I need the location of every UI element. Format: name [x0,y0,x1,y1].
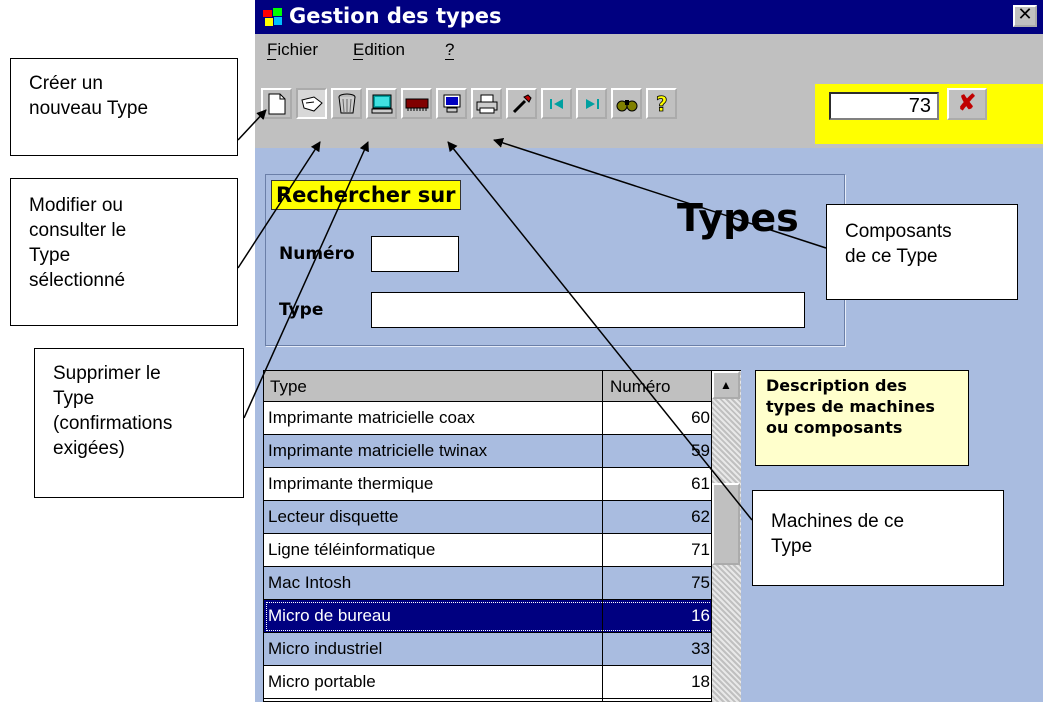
type-input[interactable] [371,292,805,328]
record-navigator: 73 ✘ [815,84,1043,144]
search-heading: Rechercher sur [271,180,461,210]
column-header-numero[interactable]: Numéro [610,377,670,397]
column-header-type[interactable]: Type [270,377,307,397]
record-number-field[interactable]: 73 [829,92,939,120]
application-window: Gestion des types ✕ Fichier Edition ? ? … [255,0,1043,702]
vertical-scrollbar[interactable]: ▲ [711,371,741,702]
new-document-icon [268,93,285,114]
callout-supprimer: Supprimer le Type (confirmations exigées… [34,348,244,498]
table-row[interactable]: Lecteur disquette 62 [264,501,740,534]
delete-type-button[interactable] [331,88,362,119]
menu-bar: Fichier Edition ? [255,34,1043,84]
binoculars-icon [616,99,637,111]
pick-button[interactable] [506,88,537,119]
print-button[interactable] [471,88,502,119]
search-button[interactable] [611,88,642,119]
svg-text:?: ? [656,93,668,115]
help-question-icon: ? [655,93,668,115]
first-record-button[interactable] [541,88,572,119]
trash-icon [338,93,355,113]
scroll-thumb[interactable] [712,483,740,565]
callout-machines: Machines de ce Type [752,490,1004,586]
last-record-button[interactable] [576,88,607,119]
menu-fichier[interactable]: Fichier [267,40,318,60]
description-note: Description des types de machines ou com… [755,370,969,466]
callout-creer: Créer un nouveau Type [10,58,238,156]
app-icon [263,8,282,26]
numero-label: Numéro [279,244,355,264]
toolbar: ? 73 ✘ [255,84,1043,148]
column-divider [602,371,603,702]
new-type-button[interactable] [261,88,292,119]
cancel-button[interactable]: ✘ [947,88,987,120]
mnemonic-underline [445,59,454,60]
edit-type-button[interactable] [296,88,327,119]
callout-composants: Composants de ce Type [826,204,1018,300]
monitor-icon [443,94,460,112]
table-row[interactable]: Imprimante matricielle twinax 59 [264,435,740,468]
scroll-up-arrow-icon[interactable]: ▲ [712,371,740,399]
composants-button[interactable] [401,88,432,119]
table-row[interactable]: Imprimante matricielle coax 60 [264,402,740,435]
types-table: Type Numéro Imprimante matricielle coax 6… [263,370,741,702]
monitor-button[interactable] [436,88,467,119]
cancel-x-icon: ✘ [957,90,977,115]
help-button[interactable]: ? [646,88,677,119]
computer-icon [371,94,392,113]
first-record-icon [549,98,563,109]
table-row[interactable]: Imprimante thermique 61 [264,468,740,501]
menu-edition[interactable]: Edition [353,40,405,60]
table-header: Type Numéro [264,371,740,402]
mnemonic-underline [353,59,363,60]
last-record-icon [585,98,599,109]
table-row[interactable]: Micro portable 18 [264,666,740,699]
close-button[interactable]: ✕ [1013,5,1037,27]
machines-button[interactable] [366,88,397,119]
close-icon: ✕ [1017,4,1033,25]
callout-modifier: Modifier ou consulter le Type sélectionn… [10,178,238,326]
memory-chip-icon [405,98,428,111]
table-row-selected[interactable]: Micro de bureau 16 [264,600,740,633]
menu-help[interactable]: ? [445,40,454,60]
table-row[interactable]: Micro industriel 33 [264,633,740,666]
window-title: Gestion des types [289,4,502,28]
printer-icon [476,94,497,113]
type-label: Type [279,300,324,320]
numero-input[interactable] [371,236,459,272]
table-row[interactable]: Ligne téléinformatique 71 [264,534,740,567]
mnemonic-underline [267,59,276,60]
edit-hand-icon [300,95,323,112]
title-bar: Gestion des types ✕ [255,0,1043,34]
table-row[interactable]: Mac Intosh 75 [264,567,740,600]
eyedropper-icon [512,93,532,113]
page-title: Types [677,196,799,240]
